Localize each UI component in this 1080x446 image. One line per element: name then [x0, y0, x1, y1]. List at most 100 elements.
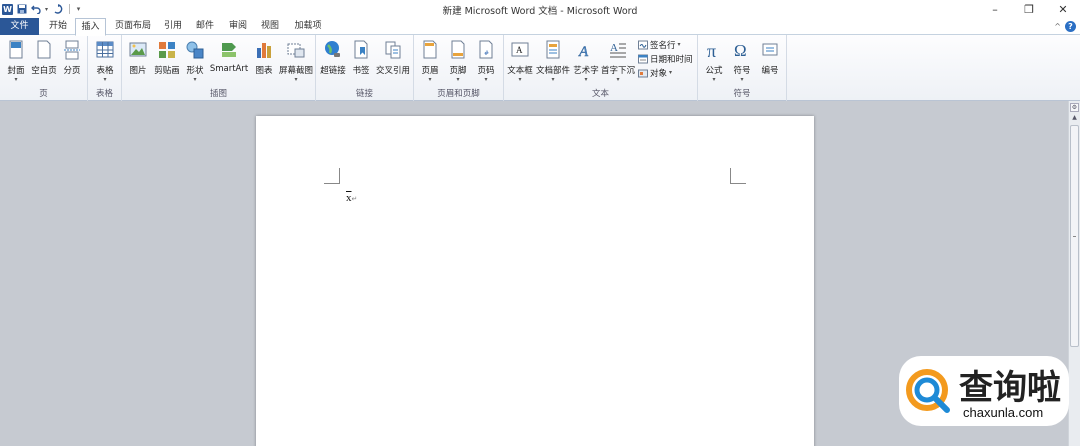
watermark: 查询啦 chaxunla.com	[899, 356, 1069, 426]
textbox-label: 文本框	[507, 66, 533, 76]
header-label: 页眉	[421, 66, 439, 76]
tab-home[interactable]: 开始	[42, 18, 74, 35]
blank-page-button[interactable]: 空白页	[30, 38, 58, 84]
cover-page-button[interactable]: 封面 ▾	[2, 38, 30, 84]
document-text[interactable]: x↵	[346, 192, 357, 204]
tab-file[interactable]: 文件	[0, 18, 39, 35]
quick-parts-icon	[546, 40, 560, 59]
date-time-label: 日期和时间	[650, 54, 693, 65]
watermark-url: chaxunla.com	[963, 405, 1044, 420]
tab-mailings[interactable]: 邮件	[191, 18, 219, 35]
object-icon	[638, 69, 648, 77]
scrollbar-thumb[interactable]	[1070, 125, 1079, 347]
restore-button[interactable]: ❐	[1012, 0, 1046, 18]
tab-references[interactable]: 引用	[159, 18, 187, 35]
svg-text:#: #	[484, 50, 489, 57]
cross-reference-label: 交叉引用	[375, 66, 410, 76]
help-icon[interactable]: ?	[1065, 21, 1076, 32]
hyperlink-label: 超链接	[320, 66, 346, 76]
customize-qat-icon[interactable]: ▾	[73, 4, 84, 15]
tab-insert[interactable]: 插入	[75, 18, 106, 36]
group-header-footer: 页眉 ▾ 页脚 ▾ # 页码 ▾ 页眉和页脚	[414, 35, 504, 101]
table-button[interactable]: 表格 ▾	[91, 38, 119, 84]
signature-line-button[interactable]: 签名行 ▾	[638, 38, 681, 51]
chevron-down-icon: ▾	[712, 76, 716, 83]
minimize-button[interactable]: –	[978, 0, 1012, 18]
ruler-toggle-icon[interactable]: ⚙	[1070, 103, 1079, 112]
object-button[interactable]: 对象 ▾	[638, 66, 672, 79]
tab-page-layout[interactable]: 页面布局	[109, 18, 157, 35]
header-button[interactable]: 页眉 ▾	[416, 38, 444, 84]
vertical-scrollbar[interactable]: ⚙ ▲	[1068, 101, 1080, 446]
undo-dropdown-icon[interactable]: ▾	[44, 4, 49, 15]
cross-reference-button[interactable]: 交叉引用	[375, 38, 411, 84]
window-title: 新建 Microsoft Word 文档 - Microsoft Word	[442, 6, 638, 17]
quick-parts-button[interactable]: 文档部件 ▾	[536, 38, 570, 84]
equation-button[interactable]: π 公式 ▾	[700, 38, 728, 84]
undo-icon[interactable]	[30, 4, 41, 15]
ribbon: 封面 ▾ 空白页 分页 页 表格 ▾ 表格 图片 剪贴画 形状 ▾ SmartA…	[0, 35, 1080, 101]
qat-separator	[69, 4, 70, 14]
chevron-down-icon: ▾	[518, 76, 522, 83]
equation-label: 公式	[705, 66, 723, 76]
clipart-label: 剪贴画	[154, 66, 180, 76]
group-links: 超链接 书签 交叉引用 链接	[316, 35, 414, 101]
chevron-down-icon: ▾	[428, 76, 432, 83]
chart-label: 图表	[255, 66, 273, 76]
smartart-button[interactable]: SmartArt	[209, 38, 249, 84]
shapes-button[interactable]: 形状 ▾	[181, 38, 209, 84]
cover-page-label: 封面	[7, 66, 25, 76]
chevron-down-icon: ▾	[103, 76, 107, 83]
page-number-label: 页码	[477, 66, 495, 76]
document-page[interactable]: x↵	[256, 116, 814, 446]
page-break-button[interactable]: 分页	[58, 38, 86, 84]
save-icon[interactable]	[16, 4, 27, 15]
group-header-footer-label: 页眉和页脚	[437, 89, 480, 99]
bookmark-button[interactable]: 书签	[347, 38, 375, 84]
chevron-down-icon: ▾	[677, 41, 681, 48]
scroll-up-arrow-icon[interactable]: ▲	[1070, 114, 1079, 124]
blank-page-label: 空白页	[31, 66, 57, 76]
picture-button[interactable]: 图片	[124, 38, 152, 84]
chevron-down-icon: ▾	[294, 76, 298, 83]
close-button[interactable]: ✕	[1046, 0, 1080, 18]
symbol-button[interactable]: Ω 符号 ▾	[728, 38, 756, 84]
numbering-button[interactable]: 编号	[756, 38, 784, 84]
shapes-icon	[186, 41, 204, 59]
tab-review[interactable]: 审阅	[224, 18, 252, 35]
minimize-ribbon-icon[interactable]: ^	[1054, 22, 1061, 31]
dropcap-label: 首字下沉	[601, 66, 636, 76]
textbox-button[interactable]: A 文本框 ▾	[506, 38, 534, 84]
chart-icon	[257, 43, 271, 58]
svg-text:A: A	[610, 42, 618, 54]
page-break-icon	[64, 40, 80, 60]
redo-icon[interactable]	[52, 4, 63, 15]
date-time-button[interactable]: 日期和时间	[638, 52, 693, 65]
svg-text:A: A	[516, 45, 523, 55]
chevron-down-icon: ▾	[669, 69, 673, 76]
tab-view[interactable]: 视图	[256, 18, 284, 35]
screenshot-label: 屏幕截图	[278, 66, 313, 76]
footer-button[interactable]: 页脚 ▾	[444, 38, 472, 84]
header-icon	[423, 40, 437, 59]
screenshot-button[interactable]: 屏幕截图 ▾	[278, 38, 314, 84]
wordart-button[interactable]: A 艺术字 ▾	[571, 38, 601, 84]
thumb-grip	[1073, 236, 1076, 239]
watermark-logo-icon	[906, 369, 950, 413]
cross-reference-icon	[385, 41, 401, 59]
page-break-label: 分页	[63, 66, 81, 76]
dropcap-button[interactable]: A 首字下沉 ▾	[601, 38, 635, 84]
wordart-label: 艺术字	[573, 66, 599, 76]
tab-addins[interactable]: 加载项	[288, 18, 328, 35]
numbering-label: 编号	[761, 66, 779, 76]
hyperlink-button[interactable]: 超链接	[319, 38, 347, 84]
svg-text:π: π	[707, 41, 716, 60]
clipart-button[interactable]: 剪贴画	[153, 38, 181, 84]
calendar-icon	[638, 54, 648, 63]
chart-button[interactable]: 图表	[250, 38, 278, 84]
margin-corner-top-right	[730, 168, 746, 184]
table-icon	[96, 41, 114, 58]
word-app-icon[interactable]: W	[2, 3, 13, 15]
cover-page-icon	[9, 40, 23, 59]
page-number-button[interactable]: # 页码 ▾	[472, 38, 500, 84]
